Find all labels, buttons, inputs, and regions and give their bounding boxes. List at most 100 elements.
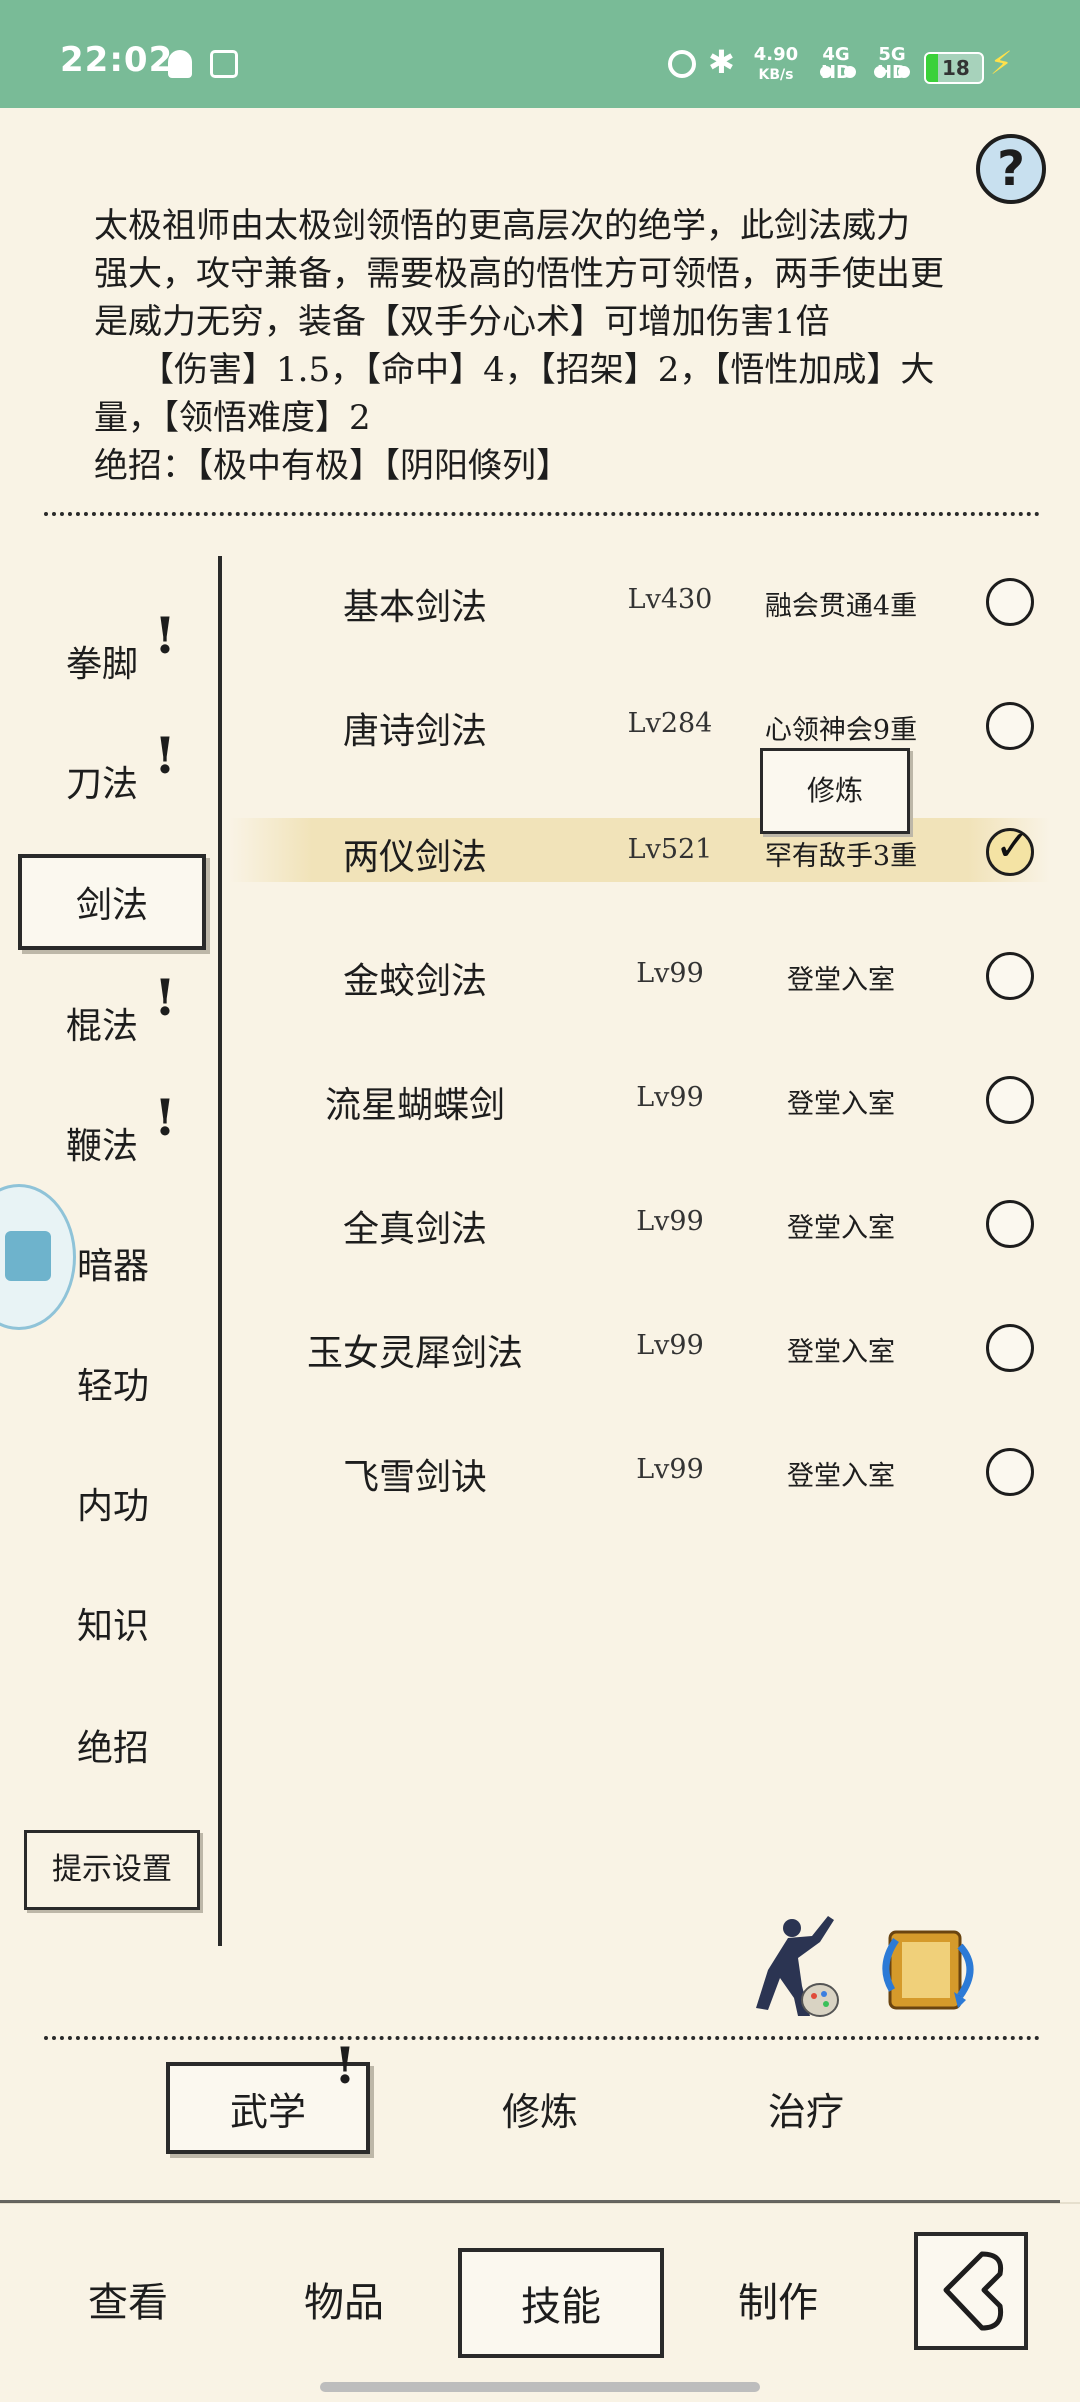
home-indicator[interactable]: [320, 2382, 760, 2392]
tab-wuxue[interactable]: 武学 !: [166, 2036, 370, 2154]
divider-bottom: [44, 2036, 1040, 2040]
speed-unit: KB/s: [758, 67, 794, 83]
battery-level: 18: [942, 56, 970, 80]
nav-jineng[interactable]: 技能: [458, 2248, 664, 2358]
skill-description: 太极祖师由太极剑领悟的更高层次的绝学，此剑法威力 强大，攻守兼备，需要极高的悟性…: [94, 202, 1004, 490]
skill-radio-checked[interactable]: [986, 821, 1034, 876]
divider-top: [44, 512, 1040, 516]
skill-level: Lv99: [636, 958, 704, 989]
skill-radio[interactable]: [986, 1324, 1034, 1372]
category-label: 拳脚: [66, 644, 139, 685]
skill-radio[interactable]: [986, 1200, 1034, 1248]
battery-icon: 18: [924, 52, 984, 84]
category-label: 内功: [76, 1486, 149, 1527]
skill-stage: 登堂入室: [787, 1461, 895, 1492]
skill-row[interactable]: 玉女灵犀剑法 Lv99 登堂入室: [230, 1318, 1050, 1378]
skill-radio[interactable]: [986, 1076, 1034, 1124]
hint-settings-button[interactable]: 提示设置: [24, 1830, 200, 1910]
skill-radio[interactable]: [986, 952, 1034, 1000]
category-label: 绝招: [76, 1728, 149, 1769]
tab-label: 治疗: [767, 2090, 844, 2134]
signal-icon-2: [874, 66, 910, 78]
skill-name: 两仪剑法: [342, 837, 487, 878]
alarm-icon: [668, 50, 696, 78]
tab-zhiliao[interactable]: 治疗: [706, 2066, 906, 2158]
scroll-swap-icon[interactable]: [876, 1916, 984, 2020]
nav-label: 查看: [88, 2280, 168, 2326]
description-stats: 【伤害】1.5，【命中】4，【招架】2，【悟性加成】大: [140, 350, 935, 390]
bluetooth-icon: ✱: [708, 43, 735, 81]
category-label: 鞭法: [66, 1126, 139, 1167]
skill-row[interactable]: 飞雪剑诀 Lv99 登堂入室: [230, 1442, 1050, 1502]
skill-level: Lv99: [636, 1330, 704, 1361]
nav-label: 物品: [304, 2280, 384, 2326]
practice-button[interactable]: 修炼: [760, 748, 910, 834]
category-qinggong[interactable]: 轻功: [28, 1340, 198, 1426]
skill-row[interactable]: 基本剑法 Lv430 融会贯通4重: [230, 572, 1050, 632]
skill-stage: 登堂入室: [787, 1213, 895, 1244]
category-label: 棍法: [66, 1006, 139, 1047]
category-label: 暗器: [76, 1246, 149, 1287]
category-zhishi[interactable]: 知识: [28, 1580, 198, 1666]
category-label: 刀法: [66, 764, 139, 805]
skill-radio[interactable]: [986, 1448, 1034, 1496]
category-juezhao[interactable]: 绝招: [28, 1702, 198, 1788]
description-line: 是威力无穷，装备【双手分心术】可增加伤害1倍: [94, 302, 830, 342]
floating-assistant-icon[interactable]: [0, 1184, 76, 1330]
skill-name: 唐诗剑法: [342, 711, 487, 752]
signal-icon-1: [820, 66, 856, 78]
back-arrow-icon[interactable]: [914, 2232, 1028, 2350]
skill-row[interactable]: 全真剑法 Lv99 登堂入室: [230, 1194, 1050, 1254]
skill-row[interactable]: 唐诗剑法 Lv284 心领神会9重: [230, 696, 1050, 756]
question-icon[interactable]: ?: [976, 134, 1046, 204]
description-stats: 量，【领悟难度】2: [94, 398, 371, 438]
category-jianfa[interactable]: 剑法: [18, 854, 206, 950]
nav-label: 技能: [521, 2284, 601, 2330]
skill-radio[interactable]: [986, 578, 1034, 626]
category-gunfa[interactable]: 棍法 !: [28, 968, 198, 1066]
skill-level: Lv521: [627, 834, 713, 865]
nav-wupin[interactable]: 物品: [256, 2248, 432, 2358]
notification-icon: [168, 50, 192, 78]
skill-stage: 心领神会9重: [764, 715, 918, 746]
description-ultimates: 绝招：【极中有极】【阴阳倏列】: [94, 446, 570, 486]
nav-chakan[interactable]: 查看: [40, 2248, 216, 2358]
skill-level: Lv99: [636, 1082, 704, 1113]
speed-value: 4.90: [753, 44, 799, 65]
category-label: 剑法: [75, 885, 148, 926]
skill-level: Lv99: [636, 1454, 704, 1485]
skill-row[interactable]: 流星蝴蝶剑 Lv99 登堂入室: [230, 1070, 1050, 1130]
category-bianfa[interactable]: 鞭法 !: [28, 1088, 198, 1186]
nav-zhizuo[interactable]: 制作: [690, 2248, 866, 2358]
skill-stage: 登堂入室: [787, 1337, 895, 1368]
skill-level: Lv284: [627, 708, 713, 739]
category-neigong[interactable]: 内功: [28, 1460, 198, 1546]
alert-icon: !: [154, 1087, 176, 1147]
description-line: 太极祖师由太极剑领悟的更高层次的绝学，此剑法威力: [94, 206, 910, 246]
skill-name: 金蛟剑法: [342, 961, 487, 1002]
app-notification-icon: [210, 50, 238, 78]
charging-icon: ⚡: [990, 44, 1013, 82]
status-bar: 22:02 ✱ 4.90 KB/s 4G HD 5G HD 18 ⚡: [0, 0, 1080, 108]
nav-label: 制作: [738, 2280, 818, 2326]
tab-xiulian[interactable]: 修炼: [440, 2066, 640, 2158]
skill-row[interactable]: 金蛟剑法 Lv99 登堂入室: [230, 946, 1050, 1006]
skill-stage: 登堂入室: [787, 965, 895, 996]
alert-icon: !: [154, 725, 176, 785]
category-daofa[interactable]: 刀法 !: [28, 726, 198, 824]
skill-name: 玉女灵犀剑法: [306, 1333, 523, 1374]
skill-name: 基本剑法: [342, 587, 487, 628]
skill-radio[interactable]: [986, 702, 1034, 750]
category-divider: [218, 556, 222, 1946]
skill-level: Lv99: [636, 1206, 704, 1237]
category-quanjiao[interactable]: 拳脚 !: [28, 606, 198, 704]
alert-icon: !: [334, 2036, 356, 2095]
skill-stage: 登堂入室: [787, 1089, 895, 1120]
tab-label: 武学: [229, 2090, 306, 2134]
skill-row-selected[interactable]: 两仪剑法 Lv521 罕有敌手3重: [230, 818, 1050, 882]
martial-artist-icon[interactable]: [738, 1912, 844, 2022]
skill-name: 全真剑法: [342, 1209, 487, 1250]
category-label: 知识: [76, 1606, 149, 1647]
description-line: 强大，攻守兼备，需要极高的悟性方可领悟，两手使出更: [94, 254, 944, 294]
alert-icon: !: [154, 967, 176, 1027]
